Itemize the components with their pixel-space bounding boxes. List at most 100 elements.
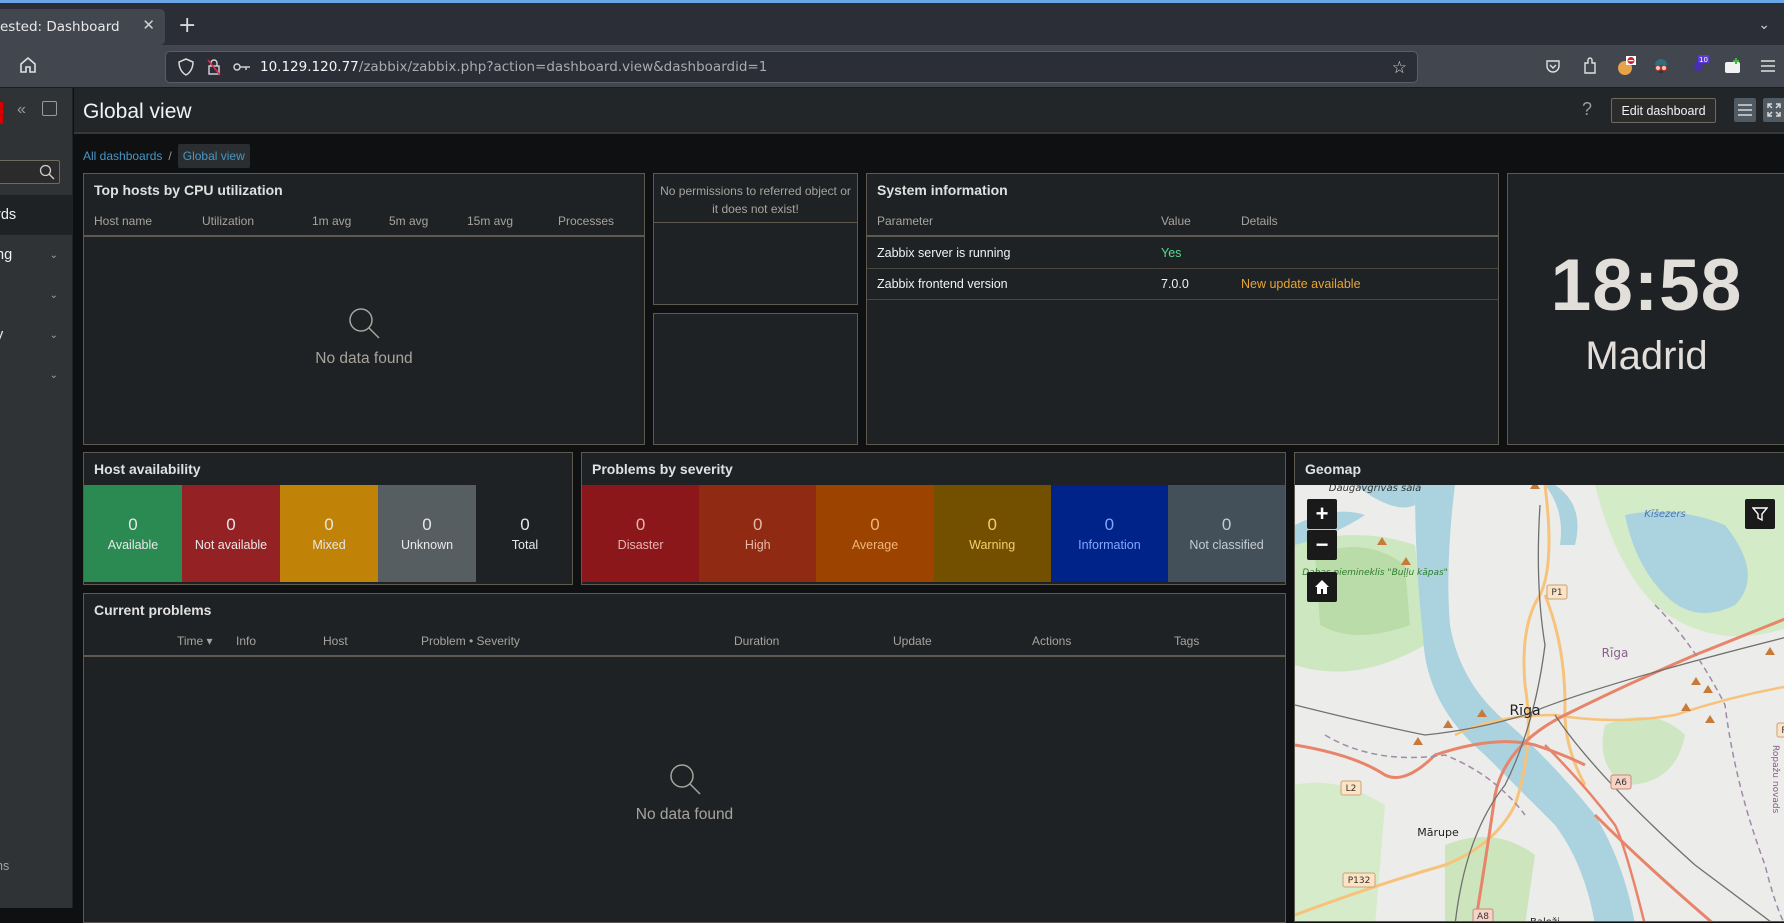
- tile-count: 0: [324, 515, 334, 534]
- widget-top-hosts-cpu: Top hosts by CPU utilization Host name U…: [83, 173, 645, 445]
- map-label: Mārupe: [1417, 826, 1459, 839]
- zabbix-logo[interactable]: [0, 102, 3, 124]
- column-header[interactable]: 15m avg: [467, 214, 513, 228]
- column-header[interactable]: 1m avg: [312, 214, 351, 228]
- sidebar-item-dashboards[interactable]: rds: [0, 195, 73, 235]
- browser-tab[interactable]: ested: Dashboard ✕: [0, 9, 165, 45]
- tile-label: High: [744, 538, 771, 552]
- map-label: Kīšezers: [1644, 508, 1685, 520]
- column-header[interactable]: Processes: [558, 214, 614, 228]
- sidebar-item-label: y: [0, 327, 3, 343]
- column-header[interactable]: Host name: [94, 214, 152, 228]
- extension-blocker-icon[interactable]: [1615, 55, 1637, 77]
- key-icon[interactable]: [232, 58, 252, 76]
- availability-tile[interactable]: 0 Available: [84, 485, 182, 582]
- extensions-puzzle-icon[interactable]: [1579, 55, 1601, 77]
- widget-title: Top hosts by CPU utilization: [94, 182, 283, 198]
- column-header[interactable]: 5m avg: [389, 214, 428, 228]
- browser-menu-icon[interactable]: [1757, 55, 1779, 77]
- collapse-sidebar-icon[interactable]: «: [17, 101, 26, 119]
- close-tab-icon[interactable]: ✕: [142, 16, 155, 34]
- severity-tile[interactable]: 0 Average: [816, 485, 934, 582]
- severity-tile[interactable]: 0 Not classified: [1168, 485, 1285, 582]
- new-tab-button[interactable]: +: [178, 13, 196, 38]
- availability-tile[interactable]: 0 Not available: [182, 485, 280, 582]
- map-label: Rīga: [1602, 646, 1629, 660]
- address-bar[interactable]: 10.129.120.77/zabbix/zabbix.php?action=d…: [165, 51, 1418, 83]
- sidebar-item-label: ng: [0, 247, 13, 263]
- param-cell: Zabbix server is running: [877, 246, 1011, 260]
- tab-list-chevron-icon[interactable]: ⌄: [1758, 16, 1770, 33]
- column-header: Actions: [1032, 634, 1072, 648]
- extension-download-icon[interactable]: 10: [1687, 55, 1709, 77]
- bookmark-star-icon[interactable]: ☆: [1392, 58, 1407, 78]
- extension-spy-icon[interactable]: [1650, 55, 1672, 77]
- column-header: Info: [236, 634, 257, 648]
- shield-icon[interactable]: [176, 58, 196, 76]
- empty-state: No data found: [84, 762, 1285, 824]
- pocket-icon[interactable]: [1542, 55, 1564, 77]
- insecure-lock-icon[interactable]: [204, 58, 224, 76]
- road-shield: P1: [1551, 588, 1562, 598]
- breadcrumb: All dashboards / Global view: [83, 144, 250, 168]
- severity-tile[interactable]: 0 High: [699, 485, 817, 582]
- sidebar-item-reports[interactable]: ⌄: [0, 355, 73, 395]
- column-header[interactable]: Problem • Severity: [421, 634, 520, 648]
- column-header[interactable]: Host: [323, 634, 348, 648]
- tab-title: ested: Dashboard: [0, 19, 120, 35]
- widget-host-availability: Host availability 0 Available 0 Not availab…: [83, 452, 573, 585]
- extension-badge: 10: [1699, 56, 1708, 64]
- severity-tile[interactable]: 0 Warning: [933, 485, 1051, 582]
- severity-tile[interactable]: 0 Information: [1050, 485, 1168, 582]
- tile-count: 0: [870, 515, 880, 534]
- column-header: Parameter: [877, 214, 934, 228]
- column-header: Update: [893, 634, 932, 648]
- map-zoom-in-button[interactable]: +: [1307, 499, 1337, 529]
- update-available-link[interactable]: New update available: [1241, 277, 1361, 291]
- tile-label: Warning: [969, 538, 1016, 552]
- empty-state: No data found: [84, 306, 644, 368]
- breadcrumb-all-dashboards[interactable]: All dashboards: [83, 149, 162, 163]
- widget-title: Current problems: [94, 602, 212, 618]
- table-header-divider: [84, 655, 1285, 657]
- kiosk-mode-button[interactable]: [1763, 98, 1784, 122]
- availability-tile[interactable]: 0 Unknown: [378, 485, 476, 582]
- tile-count: 0: [226, 515, 236, 534]
- column-header-time[interactable]: Time ▾: [177, 634, 213, 648]
- map-label: Daugavgrīvas sala: [1329, 485, 1421, 494]
- url-host: 10.129.120.77: [260, 59, 359, 75]
- tile-label: Average: [851, 538, 899, 552]
- map-canvas[interactable]: Daugavgrīvas sala Kīšezers Dabas piemine…: [1295, 485, 1784, 922]
- sidebar-item-inventory[interactable]: y ⌄: [0, 315, 73, 355]
- hide-sidebar-icon[interactable]: [42, 101, 57, 116]
- map-label: Rīga: [1509, 703, 1540, 719]
- map-zoom-out-button[interactable]: −: [1307, 530, 1337, 560]
- availability-tile[interactable]: 0 Mixed: [280, 485, 378, 582]
- home-icon[interactable]: [18, 55, 40, 77]
- tile-label: Not available: [194, 538, 268, 552]
- widget-title: System information: [877, 182, 1008, 198]
- table-header-divider: [84, 235, 644, 237]
- column-header: Tags: [1174, 634, 1200, 648]
- sidebar-item-services[interactable]: ⌄: [0, 275, 73, 315]
- tile-count: 0: [987, 515, 997, 534]
- search-icon[interactable]: [39, 164, 55, 180]
- road-shield: L2: [1346, 784, 1357, 794]
- extension-add-icon[interactable]: [1722, 55, 1744, 77]
- road-shield: P132: [1348, 876, 1371, 886]
- dashboard-actions-menu-button[interactable]: [1734, 98, 1756, 122]
- tile-count: 0: [753, 515, 763, 534]
- clock-city: Madrid: [1585, 334, 1708, 378]
- map-filter-button[interactable]: [1745, 499, 1775, 529]
- sidebar-item-integrations[interactable]: ns: [0, 846, 73, 886]
- severity-tile[interactable]: 0 Disaster: [582, 485, 700, 582]
- edit-dashboard-button[interactable]: Edit dashboard: [1611, 98, 1716, 123]
- sidebar-item-monitoring[interactable]: ng ⌄: [0, 235, 73, 275]
- sidebar-search-input[interactable]: [0, 160, 60, 184]
- breadcrumb-current[interactable]: Global view: [177, 144, 250, 168]
- help-icon[interactable]: ?: [1582, 99, 1592, 120]
- map-home-button[interactable]: [1307, 572, 1337, 602]
- road-shield: A8: [1477, 912, 1489, 922]
- url-path: /zabbix/zabbix.php?action=dashboard.view…: [358, 59, 768, 75]
- column-header[interactable]: Utilization: [202, 214, 254, 228]
